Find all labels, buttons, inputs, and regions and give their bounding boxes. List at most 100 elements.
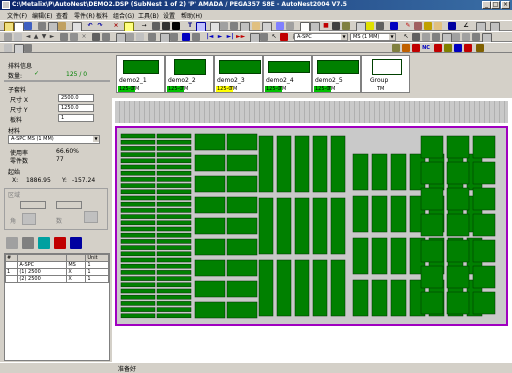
nested-part[interactable] [420,213,444,237]
nested-part[interactable] [120,158,156,164]
nested-part[interactable] [312,135,328,193]
nested-part[interactable] [390,237,407,275]
nested-part[interactable] [120,152,156,157]
cutter-icon[interactable] [424,22,432,30]
camera-icon[interactable] [390,22,398,30]
nested-part[interactable] [156,276,192,281]
nested-part[interactable] [156,307,192,312]
nested-part[interactable] [226,259,258,277]
nested-part[interactable] [156,232,192,238]
cursor-icon[interactable]: ↖ [402,33,410,41]
open2-icon[interactable] [434,22,442,30]
menu-parts[interactable]: 零件(R) [74,11,95,20]
nested-part[interactable] [120,257,156,263]
nested-part[interactable] [194,301,226,319]
nested-part[interactable] [194,154,226,172]
minimize-button[interactable]: _ [482,1,491,9]
nested-part[interactable] [120,313,156,319]
nested-part[interactable] [120,201,156,207]
arrow-right-icon[interactable]: ► [48,33,56,41]
nested-part[interactable] [371,195,388,233]
table-row[interactable]: (2) 2500 X 1 [4,275,109,283]
order-icon[interactable] [170,33,178,41]
nested-part[interactable] [156,282,192,288]
nested-part[interactable] [472,161,496,185]
nested-part[interactable] [120,288,156,294]
tool9-icon[interactable] [476,44,484,52]
list-delete-icon[interactable] [54,237,66,249]
nested-part[interactable] [420,187,444,211]
col-name[interactable] [17,254,68,262]
nested-part[interactable] [226,301,258,319]
nested-part[interactable] [472,135,496,159]
measure-icon[interactable] [220,22,228,30]
nested-part[interactable] [120,232,156,238]
rotate-icon[interactable] [60,33,68,41]
sheet-list[interactable]: # Unit A-SPC MS 1 1 (1) 2500 X 1 (2) 250… [4,253,110,361]
lamp-icon[interactable] [366,22,374,30]
menu-edit[interactable]: 编辑(E) [32,11,52,20]
list-up-icon[interactable] [6,237,18,249]
scale-icon[interactable] [432,33,440,41]
table-row[interactable]: A-SPC MS 1 [4,261,109,269]
nested-part[interactable] [446,161,470,185]
close-button[interactable]: × [501,1,510,9]
select-icon[interactable] [4,33,12,41]
paste-icon[interactable] [58,22,66,30]
thumbnail-demo2-4[interactable]: demo2_4 125-0 TM [263,55,312,93]
menu-tools[interactable]: 工具(B) [138,11,159,20]
nested-part[interactable] [446,265,470,289]
ungroup-icon[interactable] [148,33,156,41]
nested-part[interactable] [120,208,156,213]
nested-part[interactable] [156,152,192,157]
pen-icon[interactable]: ✎ [404,22,412,30]
delete-icon[interactable]: × [112,22,120,30]
view-icon[interactable] [24,44,32,52]
list-copy-icon[interactable] [38,237,50,249]
nested-part[interactable] [226,133,258,151]
nested-part[interactable] [120,263,156,269]
nested-part[interactable] [312,259,328,317]
folder-icon[interactable] [252,22,260,30]
prop-icon[interactable] [4,44,12,52]
nested-part[interactable] [446,213,470,237]
mirror-icon[interactable] [70,33,78,41]
nested-part[interactable] [390,195,407,233]
menu-help[interactable]: 帮助(H) [181,11,202,20]
nested-part[interactable] [156,158,192,164]
nested-part[interactable] [156,245,192,250]
settings-icon[interactable] [230,22,238,30]
nested-part[interactable] [156,226,192,232]
nested-part[interactable] [226,280,258,298]
nested-part[interactable] [276,259,292,317]
nested-part[interactable] [371,279,388,317]
nested-part[interactable] [156,133,192,139]
cam-icon[interactable] [172,22,180,30]
nested-part[interactable] [371,237,388,275]
nested-part[interactable] [194,238,226,256]
menu-view[interactable]: 查看 [56,11,68,20]
pan-icon[interactable] [472,33,480,41]
nested-part[interactable] [330,135,346,193]
nested-part[interactable] [120,307,156,312]
nested-part[interactable] [120,189,156,195]
nested-part[interactable] [156,208,192,213]
tool8-icon[interactable] [464,44,472,52]
col-unit[interactable]: Unit [85,254,109,262]
nested-part[interactable] [120,239,156,244]
nested-part[interactable] [446,135,470,159]
sheets-field[interactable]: 1 [58,114,94,122]
refresh-icon[interactable] [192,33,200,41]
zoom-out-icon[interactable] [462,33,470,41]
nested-part[interactable] [120,164,156,170]
sheet-plate[interactable] [115,126,508,326]
nested-part[interactable] [120,276,156,281]
menu-sheet[interactable]: 板料 [96,11,108,20]
thickness-select[interactable]: MS (1 MM) ▼ [350,33,396,41]
nested-part[interactable] [156,214,192,219]
arrow-up-icon[interactable]: ▲ [32,33,40,41]
nested-part[interactable] [420,265,444,289]
nested-part[interactable] [352,195,369,233]
col-size[interactable] [66,254,87,262]
nested-part[interactable] [352,153,369,191]
